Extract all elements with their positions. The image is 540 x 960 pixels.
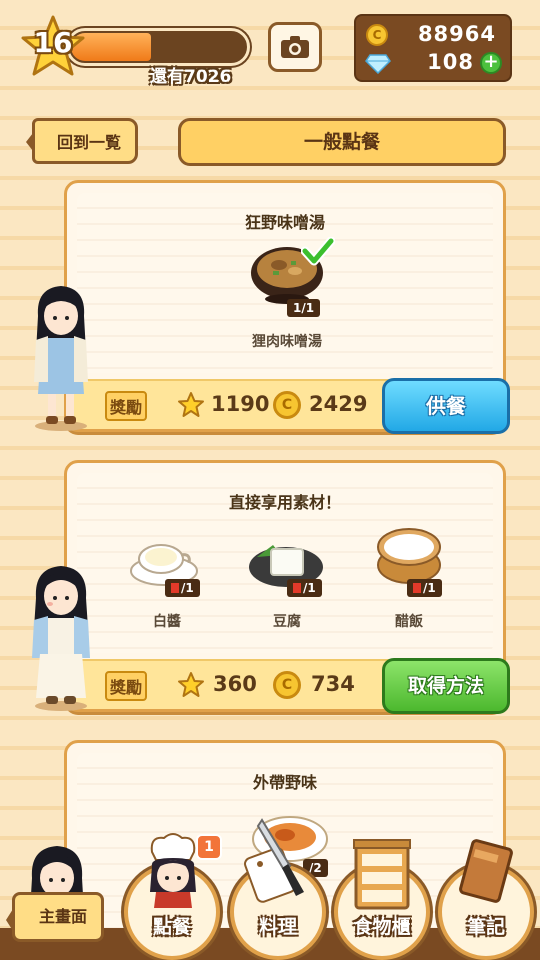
camera-button[interactable] <box>268 22 322 72</box>
level-number: 16 <box>33 26 73 59</box>
vinegar-rice-icon <box>377 528 441 584</box>
order-title: 狂野味噌湯 <box>244 213 325 232</box>
item-name: 白醬 <box>153 614 181 630</box>
order-title: 直接享用素材！ <box>228 493 341 512</box>
back-to-list-button[interactable]: 回到一覧 <box>32 118 138 164</box>
nav-notes-label: 筆記 <box>466 916 505 938</box>
currency-panel: C 88964 108 + <box>354 14 512 82</box>
customer-character <box>32 566 90 711</box>
gem-icon <box>365 54 391 74</box>
gem-count: 108 <box>427 50 474 74</box>
reward-coins: 2429 <box>309 392 368 416</box>
xp-bar <box>66 28 250 66</box>
how-to-obtain-button[interactable]: 取得方法 <box>382 658 510 714</box>
reward-coins: 734 <box>311 672 355 696</box>
customer-character <box>34 286 88 431</box>
item-count: /1 <box>165 579 200 597</box>
reward-stars: 1190 <box>211 392 270 416</box>
reward-label: 獎勵 <box>105 671 148 701</box>
order-card-body: 直接享用素材！ /1 白醬 /1 豆腐 /1 醋飯 <box>77 473 493 653</box>
nav-cook-label: 料理 <box>258 916 297 938</box>
coin-icon: C <box>366 24 388 46</box>
check-icon[interactable] <box>301 237 335 267</box>
order-notification-badge: 1 <box>196 834 222 860</box>
pantry-shelf-icon <box>353 839 411 910</box>
main-screen-button[interactable]: 主畫面 <box>12 892 104 942</box>
notebook-icon <box>459 839 513 903</box>
item-count: 1/1 <box>287 299 321 317</box>
reward-stars: 360 <box>213 672 257 696</box>
star-icon <box>178 672 204 697</box>
star-icon <box>178 392 204 417</box>
xp-remaining: 還有7026 <box>150 67 232 87</box>
item-name: 豆腐 <box>273 614 301 630</box>
nav-order-label: 點餐 <box>152 916 191 938</box>
chef-icon <box>150 833 196 908</box>
order-card-body: 狂野味噌湯 1/1 狸肉味噌湯 <box>77 193 493 373</box>
reward-label: 獎勵 <box>105 391 148 421</box>
nav-pantry-label: 食物櫃 <box>353 916 411 938</box>
coin-icon: C <box>273 671 301 699</box>
add-gems-button[interactable]: + <box>480 52 502 74</box>
item-count: /1 <box>287 579 322 597</box>
coin-count: 88964 <box>417 22 496 46</box>
item-name: 醋飯 <box>395 614 423 630</box>
coin-icon: C <box>273 391 301 419</box>
item-count: /1 <box>407 579 442 597</box>
page-title: 一般點餐 <box>178 118 506 166</box>
order-title: 外帶野味 <box>252 773 317 792</box>
camera-icon <box>281 36 309 58</box>
knife-cutting-board-icon <box>244 818 304 903</box>
item-name: 狸肉味噌湯 <box>252 334 322 350</box>
serve-button[interactable]: 供餐 <box>382 378 510 434</box>
